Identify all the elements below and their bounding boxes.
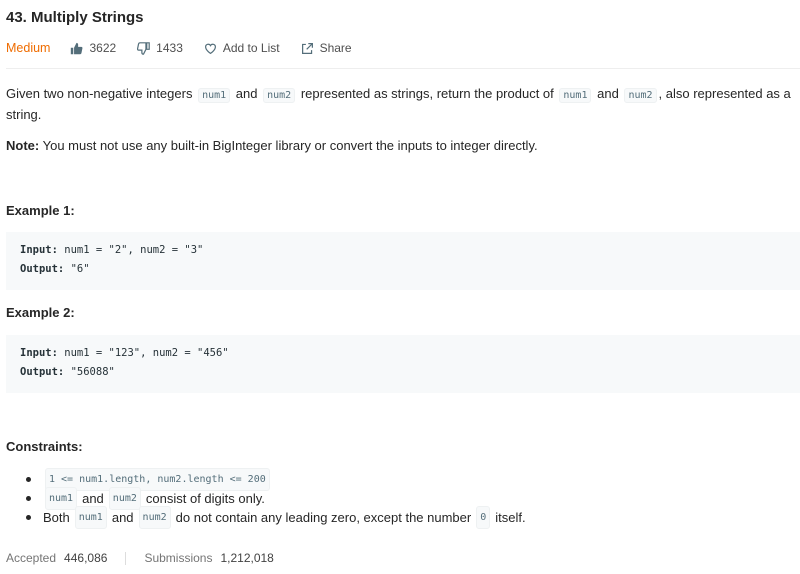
like-button[interactable]: 3622 [70, 41, 116, 55]
bullet-icon [26, 515, 31, 520]
example-output: "56088" [70, 366, 115, 378]
problem-meta-bar: Medium 3622 1433 Add to List Share [6, 39, 373, 57]
inline-code-num1: num1 [45, 487, 78, 510]
input-label: Input: [20, 347, 58, 359]
problem-title: 43. Multiply Strings [6, 9, 144, 26]
description-text: and [235, 86, 258, 101]
constraint-text: do not contain any leading zero, except … [175, 510, 472, 525]
description-text: Given two non-negative integers [6, 86, 193, 101]
dislike-count: 1433 [156, 41, 183, 55]
submission-stats: Accepted 446,086 Submissions 1,212,018 [6, 551, 274, 565]
inline-code-num1: num1 [74, 506, 107, 529]
constraint-text: itself. [495, 510, 526, 525]
example-input: num1 = "123", num2 = "456" [64, 347, 229, 359]
example-1-code-block: Input: num1 = "2", num2 = "3" Output: "6… [6, 232, 800, 290]
output-label: Output: [20, 366, 65, 378]
description-text: represented as strings, return the produ… [300, 86, 554, 101]
stats-divider [125, 551, 127, 565]
constraints-heading: Constraints: [6, 439, 83, 454]
share-label: Share [319, 41, 352, 55]
thumbs-up-icon [71, 42, 83, 54]
example-1-heading: Example 1: [6, 203, 75, 218]
accepted-label: Accepted [6, 551, 57, 565]
constraint-text: Both [43, 510, 70, 525]
inline-code-num2: num2 [108, 487, 141, 510]
accepted-count: 446,086 [64, 551, 108, 565]
description-text: , also represented as a [658, 86, 791, 101]
example-output: "6" [70, 263, 90, 275]
inline-code-zero: 0 [476, 506, 491, 529]
description-paragraph: Given two non-negative integers num1 and… [6, 84, 794, 124]
add-to-list-button[interactable]: Add to List [204, 41, 280, 55]
dislike-button[interactable]: 1433 [137, 41, 183, 55]
example-2-heading: Example 2: [6, 305, 75, 320]
like-count: 3622 [89, 41, 117, 55]
submissions-count: 1,212,018 [220, 551, 274, 565]
note-paragraph: Note: You must not use any built-in BigI… [6, 136, 794, 155]
example-input: num1 = "2", num2 = "3" [64, 244, 204, 256]
bullet-icon [26, 496, 31, 501]
inline-code-num2: num2 [624, 88, 657, 103]
constraints-list: 1 <= num1.length, num2.length <= 200 num… [26, 468, 526, 529]
input-label: Input: [20, 244, 58, 256]
list-item: 1 <= num1.length, num2.length <= 200 [26, 468, 526, 491]
submissions-label: Submissions [144, 551, 213, 565]
add-to-list-label: Add to List [222, 41, 280, 55]
description-text: and [597, 86, 619, 101]
inline-code-num2: num2 [138, 506, 171, 529]
output-label: Output: [20, 263, 65, 275]
inline-code-num1: num1 [198, 88, 231, 103]
inline-code-num2: num2 [263, 88, 296, 103]
difficulty-badge: Medium [6, 41, 51, 55]
list-item: Both num1 and num2 do not contain any le… [26, 506, 526, 529]
thumbs-down-icon [137, 41, 150, 55]
description-text: string. [6, 107, 42, 122]
inline-code-num1: num1 [559, 88, 592, 103]
share-button[interactable]: Share [301, 41, 352, 55]
example-2-code-block: Input: num1 = "123", num2 = "456" Output… [6, 335, 800, 393]
inline-code-constraint: 1 <= num1.length, num2.length <= 200 [45, 468, 270, 491]
share-icon [301, 42, 313, 54]
note-text: You must not use any built-in BigInteger… [42, 138, 538, 153]
header-divider [6, 68, 800, 69]
constraint-text: and [111, 510, 134, 525]
note-label: Note: [6, 138, 40, 153]
heart-icon [204, 43, 216, 54]
bullet-icon [26, 477, 31, 482]
